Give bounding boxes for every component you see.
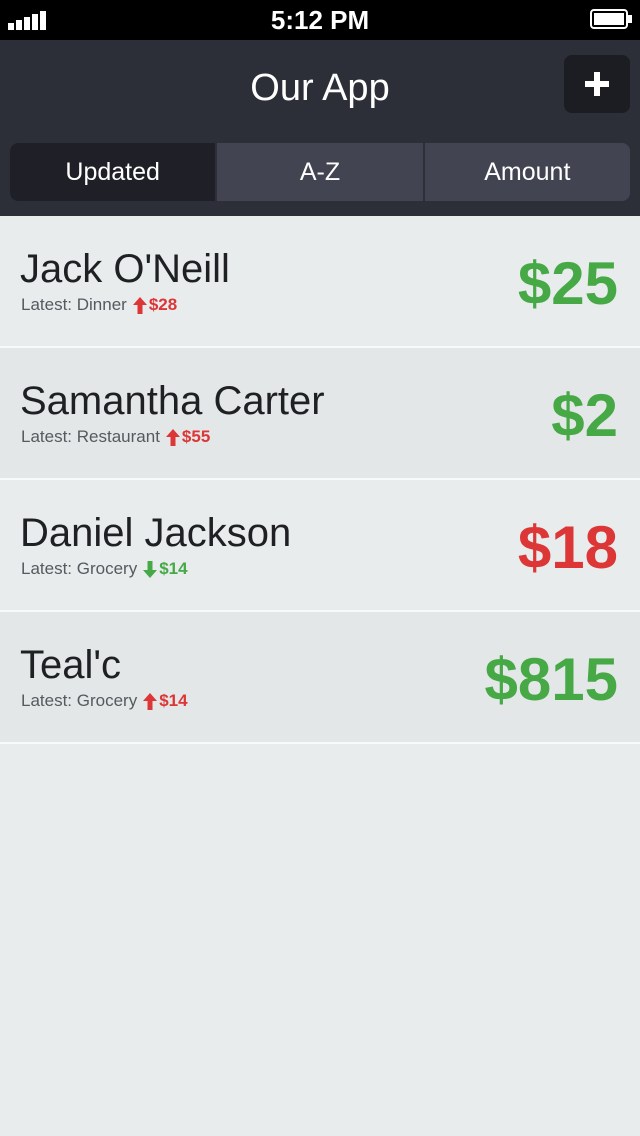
person-name: Teal'c xyxy=(20,643,122,687)
balance-amount: $18 xyxy=(517,514,618,581)
person-name: Jack O'Neill xyxy=(20,247,230,291)
balance-amount: $815 xyxy=(484,646,618,713)
tab-updated[interactable]: Updated xyxy=(10,143,216,201)
arrow-up-icon xyxy=(165,428,180,446)
sort-segmented-control: Updated A-Z Amount xyxy=(10,143,630,201)
tab-amount[interactable]: Amount xyxy=(422,143,630,201)
status-bar: 5:12 PM xyxy=(0,0,640,40)
people-list: Jack O'Neill Latest: Dinner $28 $25 Samantha… xyxy=(0,216,640,744)
delta-value: $55 xyxy=(165,426,211,448)
delta-value: $14 xyxy=(143,690,188,712)
delta-value: $28 xyxy=(132,294,178,316)
latest-label: Latest: Grocery xyxy=(21,559,138,578)
latest-label: Latest: Dinner xyxy=(21,295,127,314)
delta-amount: $14 xyxy=(159,559,188,578)
delta-amount: $28 xyxy=(148,295,178,314)
tab-a-z[interactable]: A-Z xyxy=(215,143,423,201)
latest-expense: Latest: Grocery $14 xyxy=(21,690,188,712)
list-item[interactable]: Samantha Carter Latest: Restaurant $55 $2 xyxy=(0,348,640,480)
nav-bar: Our App Updated A-Z Amount xyxy=(0,40,640,216)
latest-label: Latest: Restaurant xyxy=(21,427,160,446)
plus-icon xyxy=(585,72,609,96)
status-time: 5:12 PM xyxy=(270,5,370,35)
arrow-up-icon xyxy=(143,692,158,710)
list-item[interactable]: Jack O'Neill Latest: Dinner $28 $25 xyxy=(0,216,640,348)
person-name: Daniel Jackson xyxy=(20,511,292,555)
delta-value: $14 xyxy=(143,558,188,580)
arrow-down-icon xyxy=(143,560,158,578)
list-item[interactable]: Teal'c Latest: Grocery $14 $815 xyxy=(0,612,640,744)
arrow-up-icon xyxy=(132,296,147,314)
balance-amount: $2 xyxy=(551,382,618,449)
page-title: Our App xyxy=(250,67,390,109)
person-name: Samantha Carter xyxy=(20,379,325,423)
delta-amount: $14 xyxy=(159,691,188,710)
latest-expense: Latest: Restaurant $55 xyxy=(21,426,210,448)
latest-expense: Latest: Grocery $14 xyxy=(21,558,188,580)
delta-amount: $55 xyxy=(181,427,211,446)
latest-expense: Latest: Dinner $28 xyxy=(21,294,177,316)
battery-icon xyxy=(590,9,632,29)
add-button[interactable] xyxy=(564,55,630,113)
balance-amount: $25 xyxy=(517,250,618,317)
list-item[interactable]: Daniel Jackson Latest: Grocery $14 $18 xyxy=(0,480,640,612)
latest-label: Latest: Grocery xyxy=(21,691,138,710)
